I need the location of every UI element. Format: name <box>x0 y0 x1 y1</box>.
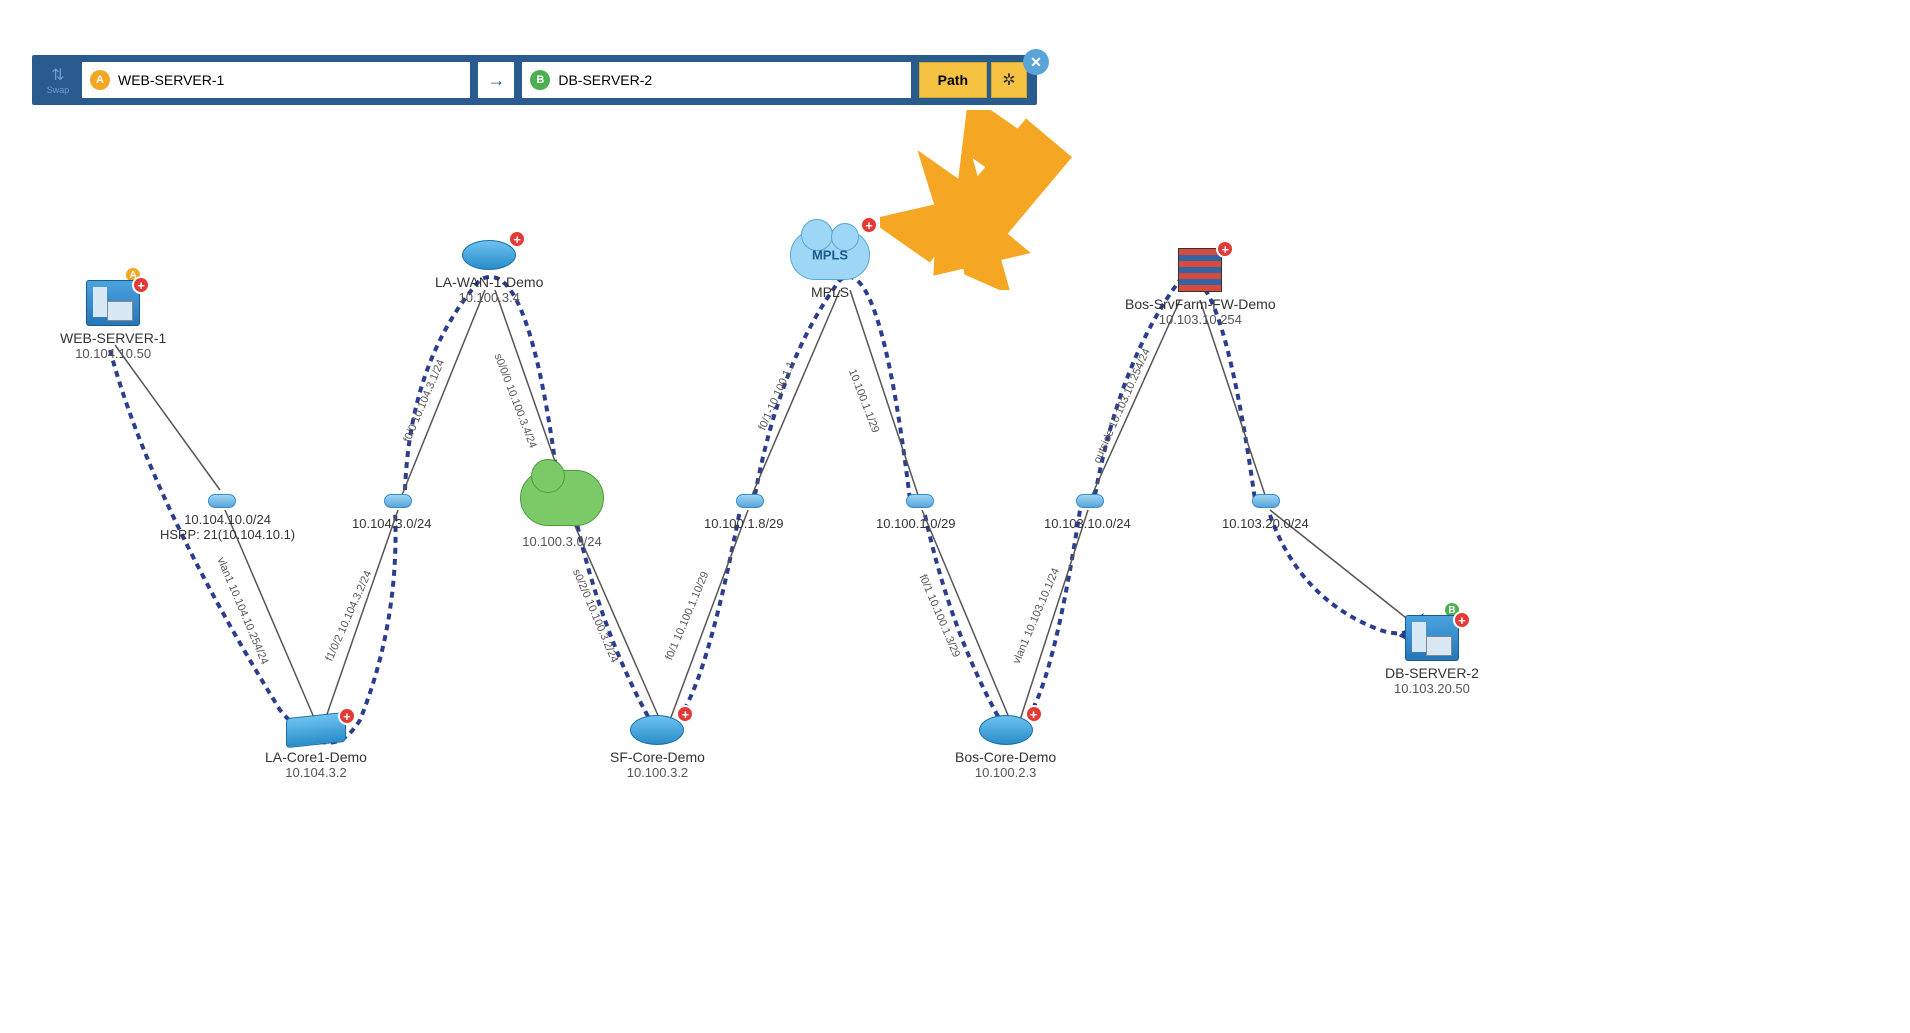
node-mpls[interactable]: MPLS + MPLS <box>790 230 870 300</box>
subnet-label: 10.100.1.0/29 <box>876 516 956 531</box>
plus-icon[interactable]: + <box>860 216 878 234</box>
node-label: DB-SERVER-2 <box>1385 665 1479 681</box>
subnet-icon[interactable] <box>208 494 236 508</box>
plus-icon[interactable]: + <box>1025 705 1043 723</box>
subnet-label: 10.103.20.0/24 <box>1222 516 1309 531</box>
subnet-label: 10.100.1.8/29 <box>704 516 784 531</box>
source-input-wrap[interactable]: A <box>82 62 470 98</box>
cloud-icon <box>520 470 604 526</box>
switch-icon <box>286 712 346 748</box>
firewall-icon <box>1178 248 1222 292</box>
plus-icon[interactable]: + <box>338 707 356 725</box>
router-icon <box>630 715 684 745</box>
swap-label: Swap <box>47 85 70 95</box>
subnet-icon[interactable] <box>736 494 764 508</box>
plus-icon[interactable]: + <box>1216 240 1234 258</box>
node-ip: 10.103.10.254 <box>1159 312 1242 327</box>
node-ip: 10.104.3.2 <box>285 765 346 780</box>
node-label: MPLS <box>811 284 849 300</box>
badge-b-icon: B <box>530 70 550 90</box>
subnet-label: 10.104.3.0/24 <box>352 516 432 531</box>
annotation-arrow-icon <box>880 110 1110 310</box>
dest-input-wrap[interactable]: B <box>522 62 910 98</box>
node-ip: 10.104.10.50 <box>75 346 151 361</box>
node-label: WEB-SERVER-1 <box>60 330 166 346</box>
path-button[interactable]: Path <box>919 62 987 98</box>
router-icon <box>462 240 516 270</box>
subnet-icon[interactable] <box>1076 494 1104 508</box>
source-input[interactable] <box>118 72 462 88</box>
cloud-icon: MPLS <box>790 230 870 280</box>
subnet-label: 10.104.10.0/24 HSRP: 21(10.104.10.1) <box>160 512 295 542</box>
node-label: LA-Core1-Demo <box>265 749 367 765</box>
settings-button[interactable]: ✲ <box>991 62 1027 98</box>
node-bos-fw[interactable]: + Bos-SrvFarm-FW-Demo 10.103.10.254 <box>1125 248 1276 327</box>
swap-icon: ⇅ <box>51 65 64 85</box>
plus-icon[interactable]: + <box>676 705 694 723</box>
subnet-label: 10.103.10.0/24 <box>1044 516 1131 531</box>
node-la-core[interactable]: + LA-Core1-Demo 10.104.3.2 <box>265 715 367 780</box>
subnet-icon[interactable] <box>1252 494 1280 508</box>
badge-a-icon: A <box>90 70 110 90</box>
swap-button[interactable]: ⇅ Swap <box>38 60 78 100</box>
node-la-wan[interactable]: + LA-WAN-1-Demo 10.100.3.4 <box>435 240 543 305</box>
close-icon: ✕ <box>1030 54 1042 71</box>
server-icon <box>1405 615 1459 661</box>
plus-icon[interactable]: + <box>132 276 150 294</box>
node-ip: 10.100.3.2 <box>627 765 688 780</box>
plus-icon[interactable]: + <box>508 230 526 248</box>
node-ip: 10.103.20.50 <box>1394 681 1470 696</box>
subnet-label: 10.100.3.0/24 <box>522 534 602 549</box>
gear-icon: ✲ <box>1002 70 1015 90</box>
node-ip: 10.100.2.3 <box>975 765 1036 780</box>
node-db-server[interactable]: B + DB-SERVER-2 10.103.20.50 <box>1385 615 1479 696</box>
node-label: Bos-SrvFarm-FW-Demo <box>1125 296 1276 312</box>
path-toolbar: ⇅ Swap A → B Path ✲ ✕ <box>32 55 1037 105</box>
close-button[interactable]: ✕ <box>1023 49 1049 75</box>
node-sf-core[interactable]: + SF-Core-Demo 10.100.3.2 <box>610 715 705 780</box>
plus-icon[interactable]: + <box>1453 611 1471 629</box>
subnet-icon[interactable] <box>906 494 934 508</box>
node-label: SF-Core-Demo <box>610 749 705 765</box>
node-label: LA-WAN-1-Demo <box>435 274 543 290</box>
dest-input[interactable] <box>558 72 902 88</box>
node-ip: 10.100.3.4 <box>458 290 519 305</box>
node-web-server[interactable]: A + WEB-SERVER-1 10.104.10.50 <box>60 280 166 361</box>
node-green-cloud[interactable]: 10.100.3.0/24 <box>520 470 604 549</box>
node-bos-core[interactable]: + Bos-Core-Demo 10.100.2.3 <box>955 715 1056 780</box>
direction-arrow[interactable]: → <box>478 62 514 98</box>
subnet-icon[interactable] <box>384 494 412 508</box>
node-label: Bos-Core-Demo <box>955 749 1056 765</box>
router-icon <box>979 715 1033 745</box>
arrow-right-icon: → <box>487 70 505 91</box>
